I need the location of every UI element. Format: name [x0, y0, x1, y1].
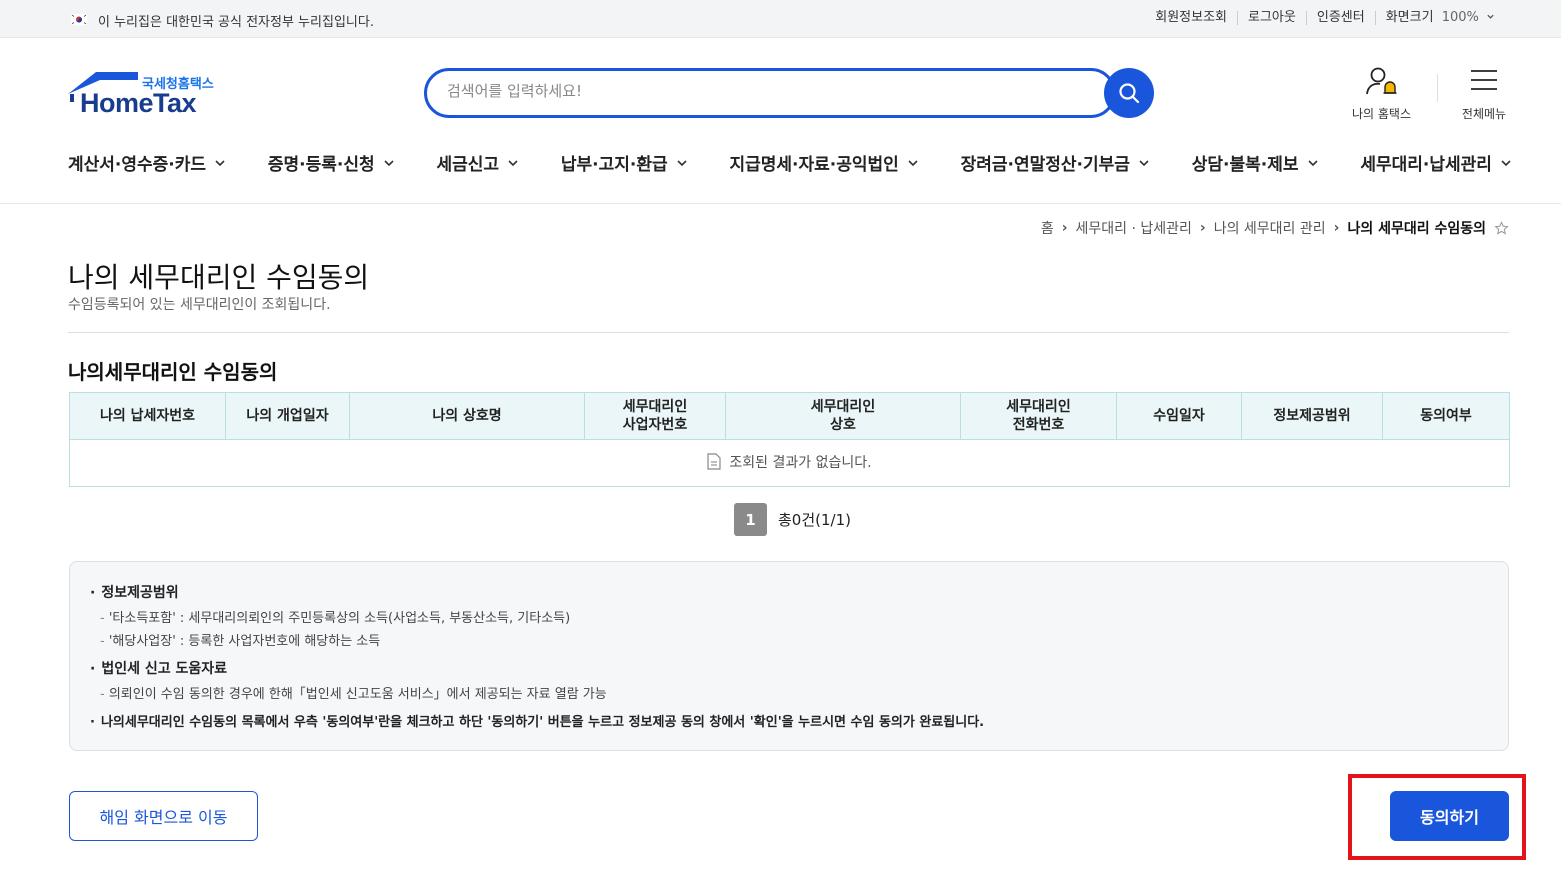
search-box [424, 68, 1116, 118]
col-header-agent-business-no: 세무대리인 사업자번호 [584, 392, 726, 440]
empty-result-cell: 조회된 결과가 없습니다. [69, 439, 1510, 487]
gnb-label: 계산서·영수증·카드 [68, 155, 207, 175]
gnb-item-incentive[interactable]: 장려금·연말정산·기부금 [961, 150, 1150, 175]
breadcrumb-current: 나의 세무대리 수임동의 [1347, 221, 1486, 237]
breadcrumb-separator: › [1199, 220, 1206, 236]
gnb-item-certificate[interactable]: 증명·등록·신청 [268, 150, 395, 175]
section-title: 나의세무대리인 수임동의 [68, 360, 278, 384]
breadcrumb-separator: › [1061, 220, 1068, 236]
col-header-open-date: 나의 개업일자 [225, 392, 350, 440]
hometax-logo[interactable]: 국세청홈택스 HomeTax [68, 70, 228, 122]
gnb-label: 지급명세·자료·공익법인 [729, 155, 899, 175]
info-desc: '타소득포함' : 세무대리의뢰인의 주민등록상의 소득(사업소득, 부동산소득… [100, 607, 570, 626]
col-header-trade-name: 나의 상호명 [349, 392, 585, 440]
main-navigation: 계산서·영수증·카드 증명·등록·신청 세금신고 납부·고지·환급 지급명세·자… [68, 150, 1512, 175]
table-header-row: 나의 납세자번호 나의 개업일자 나의 상호명 세무대리인 사업자번호 세무대리인… [69, 392, 1510, 440]
gnb-item-invoice[interactable]: 계산서·영수증·카드 [68, 150, 226, 175]
gov-notice-text: 이 누리집은 대한민국 공식 전자정부 누리집입니다. [98, 15, 374, 30]
col-header-agent-name: 세무대리인 상호 [725, 392, 961, 440]
breadcrumb-separator: › [1333, 220, 1340, 236]
utility-links: 회원정보조회 로그아웃 인증센터 화면크기 100% [1145, 11, 1505, 25]
gnb-label: 장려금·연말정산·기부금 [960, 155, 1130, 175]
table-empty-row: 조회된 결과가 없습니다. [69, 439, 1510, 487]
col-header-agent-phone: 세무대리인 전화번호 [960, 392, 1117, 440]
info-desc: 의뢰인이 수임 동의한 경우에 한해「법인세 신고도움 서비스」에서 제공되는 … [100, 683, 607, 702]
chevron-down-icon [215, 159, 225, 166]
nav-divider [0, 203, 1561, 204]
my-hometax-label: 나의 홈택스 [1352, 107, 1412, 121]
gnb-item-statement[interactable]: 지급명세·자료·공익법인 [729, 150, 918, 175]
zoom-control[interactable]: 화면크기 100% [1374, 10, 1505, 25]
breadcrumb-home[interactable]: 홈 [1041, 218, 1054, 238]
logout-link[interactable]: 로그아웃 [1237, 11, 1306, 25]
my-hometax-button[interactable]: 나의 홈택스 [1352, 66, 1411, 122]
search-icon [1119, 83, 1140, 104]
gnb-label: 납부·고지·환급 [560, 155, 668, 175]
header-divider [1437, 74, 1438, 102]
pagination: 1 총0건(1/1) [734, 503, 851, 536]
chevron-down-icon [508, 159, 518, 166]
zoom-label: 화면크기 [1385, 10, 1434, 25]
info-title: 법인세 신고 도움자료 [90, 658, 227, 678]
gnb-item-tax-report[interactable]: 세금신고 [436, 150, 519, 175]
gnb-item-payment[interactable]: 납부·고지·환급 [561, 150, 688, 175]
agent-consent-table: 나의 납세자번호 나의 개업일자 나의 상호명 세무대리인 사업자번호 세무대리인… [69, 392, 1510, 487]
col-header-info-scope: 정보제공범위 [1241, 392, 1383, 440]
gnb-label: 세무대리·납세관리 [1360, 155, 1492, 175]
highlight-annotation-box [1348, 774, 1526, 860]
empty-message: 조회된 결과가 없습니다. [729, 454, 872, 471]
chevron-down-icon [1487, 14, 1494, 19]
search-button[interactable] [1104, 68, 1154, 118]
cert-center-link[interactable]: 인증센터 [1305, 11, 1375, 25]
star-favorite-icon[interactable] [1494, 220, 1509, 236]
chevron-down-icon [1501, 159, 1511, 166]
title-divider [68, 332, 1509, 333]
col-header-consent: 동의여부 [1382, 392, 1510, 440]
user-bell-icon [1365, 67, 1396, 95]
member-info-link[interactable]: 회원정보조회 [1145, 11, 1237, 25]
hamburger-menu-icon [1471, 70, 1497, 90]
chevron-down-icon [384, 159, 394, 166]
col-header-taxpayer-no: 나의 납세자번호 [69, 392, 226, 440]
info-notice-box: 정보제공범위 '타소득포함' : 세무대리의뢰인의 주민등록상의 소득(사업소득… [69, 561, 1509, 751]
col-header-appointment-date: 수임일자 [1116, 392, 1242, 440]
gnb-item-consult[interactable]: 상담·불복·제보 [1192, 150, 1319, 175]
zoom-value: 100% [1441, 10, 1479, 25]
page-number-button[interactable]: 1 [734, 503, 767, 536]
gnb-label: 세금신고 [436, 155, 500, 175]
chevron-down-icon [1307, 159, 1318, 166]
go-to-dismiss-button[interactable]: 해임 화면으로 이동 [69, 791, 258, 841]
chevron-down-icon [1139, 159, 1149, 166]
gnb-label: 증명·등록·신청 [267, 155, 375, 175]
logo-text: HomeTax [80, 88, 197, 118]
all-menu-button[interactable]: 전체메뉴 [1460, 66, 1508, 122]
document-icon [707, 453, 722, 470]
total-count: 총0건(1/1) [778, 511, 851, 529]
info-title: 정보제공범위 [90, 582, 178, 602]
korea-flag-icon [70, 13, 88, 26]
page-description: 수임등록되어 있는 세무대리인이 조회됩니다. [68, 297, 331, 313]
chevron-down-icon [908, 159, 918, 166]
info-instruction: 나의세무대리인 수임동의 목록에서 우측 '동의여부'란을 체크하고 하단 '동… [90, 711, 984, 730]
all-menu-label: 전체메뉴 [1461, 107, 1507, 121]
info-desc: '해당사업장' : 등록한 사업자번호에 해당하는 소득 [100, 630, 380, 649]
breadcrumb: 홈 › 세무대리 · 납세관리 › 나의 세무대리 관리 › 나의 세무대리 수… [1041, 218, 1509, 238]
gnb-label: 상담·불복·제보 [1191, 155, 1299, 175]
chevron-down-icon [677, 159, 687, 166]
page-title: 나의 세무대리인 수임동의 [68, 261, 370, 294]
breadcrumb-level2[interactable]: 나의 세무대리 관리 [1214, 218, 1326, 238]
gov-banner: 이 누리집은 대한민국 공식 전자정부 누리집입니다. 회원정보조회 로그아웃 … [0, 0, 1561, 38]
gnb-item-tax-agent[interactable]: 세무대리·납세관리 [1360, 150, 1512, 175]
search-input[interactable] [447, 82, 1087, 100]
breadcrumb-level1[interactable]: 세무대리 · 납세관리 [1076, 218, 1192, 238]
